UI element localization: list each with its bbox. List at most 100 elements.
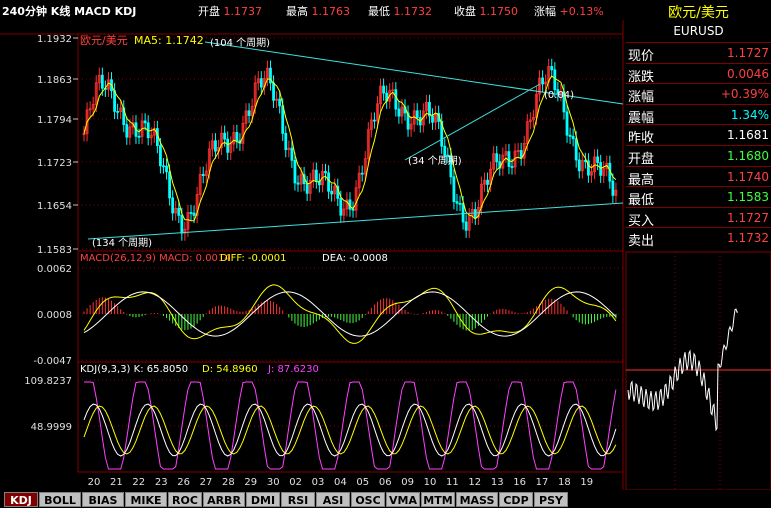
candle-body [571,135,575,140]
kdj-j: J: 87.6230 [267,364,319,375]
date-label: 27 [200,477,213,488]
tab-asi[interactable]: ASI [316,492,350,507]
quote-panel-row: 昨收 1.1681 [626,124,771,147]
candle-body [226,138,230,153]
candle-body [100,74,104,89]
kdj-title: KDJ(9,3,3) K: 65.8050 [80,364,188,375]
candle-body [397,108,401,117]
candle-body [541,77,544,85]
kdj-k-line [83,403,617,457]
macd-dea: DEA: -0.0008 [322,253,388,264]
quote-panel-row: 涨幅 +0.39% [626,83,771,106]
date-label: 12 [468,477,481,488]
quote-panel-value: 0.0046 [727,66,769,81]
date-label: 10 [424,477,437,488]
candle-body [553,69,557,91]
tab-mike[interactable]: MIKE [125,492,167,507]
tab-psy[interactable]: PSY [534,492,568,507]
tab-mtm[interactable]: MTM [421,492,455,507]
candle-body [486,179,489,185]
quote-panel-value: 1.1727 [727,210,769,225]
date-label: 21 [110,477,123,488]
tab-boll[interactable]: BOLL [39,492,81,507]
quote-panel-label: 昨收 [628,131,655,147]
quote-panel-label: 买入 [628,213,655,229]
quote-panel-label: 开盘 [628,152,655,167]
candle-body [550,66,554,71]
candle-body [415,110,419,118]
quote-value: +0.13% [556,5,604,18]
candle-body [577,159,581,172]
candle-body [201,173,205,177]
quote-panel-label: 最高 [628,172,655,188]
date-label: 04 [334,477,347,488]
tab-roc[interactable]: ROC [168,492,202,507]
quote-panel-label: 涨幅 [628,90,655,106]
price-tick-label: 1.1863 [37,75,72,86]
date-label: 26 [177,477,190,488]
quote-label: 涨幅 [534,5,556,18]
price-tick-label: 1.1583 [37,245,72,256]
candle-body [507,151,511,167]
date-label: 22 [132,477,145,488]
tab-vma[interactable]: VMA [386,492,420,507]
date-label: 13 [491,477,504,488]
candle-body [599,162,603,176]
candle-body [458,202,462,205]
candle-body [171,197,175,214]
candle-body [165,165,168,173]
date-label: 30 [267,477,280,488]
candle-body [314,169,318,182]
candle-body [168,171,172,199]
quote-1: 最高 1.1763 [286,3,350,19]
candle-body [290,147,294,161]
tab-cdp[interactable]: CDP [499,492,533,507]
candle-body [339,197,343,216]
macd-tick-label: -0.0047 [33,356,72,367]
trend-annotation: (104 个周期) [210,37,270,49]
quote-panel-row: 买入 1.1727 [626,206,771,229]
tab-rsi[interactable]: RSI [281,492,315,507]
quote-panel-value: 1.34% [730,107,769,122]
candle-body [125,124,129,138]
tab-arbr[interactable]: ARBR [203,492,245,507]
tab-bias[interactable]: BIAS [82,492,124,507]
candle-body [596,156,599,163]
chart-legend-ma: MA5: 1.1742 [134,34,204,47]
chart-legend-name: 欧元/美元 [80,34,128,47]
date-label: 06 [379,477,392,488]
candle-body [461,203,465,223]
trendline-lower [87,202,624,240]
quote-panel-row: 现价 1.1727 [626,42,771,64]
tab-osc[interactable]: OSC [351,492,385,507]
candle-body [394,89,398,110]
candle-body [443,145,447,156]
candle-body [431,115,434,123]
quote-panel-label: 最低 [628,193,655,209]
tab-dmi[interactable]: DMI [246,492,280,507]
quote-panel-row: 最高 1.1740 [626,165,771,188]
quote-panel-row: 涨跌 0.0046 [626,62,771,85]
tab-mass[interactable]: MASS [456,492,498,507]
macd-title: MACD(26,12,9) MACD: 0.0014 [80,253,231,264]
side-panel: 欧元/美元 EURUSD 现价 1.1727 涨跌 0.0046 涨幅 +0.39% 震幅 1… [626,0,771,250]
quote-label: 开盘 [198,5,220,18]
candle-body [259,78,263,88]
quote-panel-value: 1.1583 [727,190,769,205]
date-label: 09 [401,477,414,488]
quote-3: 收盘 1.1750 [454,3,518,19]
quote-panel-value: 1.1740 [727,169,769,184]
tab-kdj[interactable]: KDJ [4,492,38,507]
quote-4: 涨幅 +0.13% [534,3,604,19]
candle-body [284,132,288,151]
quote-panel-label: 震幅 [628,110,655,126]
date-label: 03 [312,477,325,488]
candle-body [278,98,282,107]
quote-panel-row: 卖出 1.1732 [626,227,771,249]
kdj-d: D: 54.8960 [202,364,258,375]
candle-body [272,82,275,101]
quote-panel-row: 最低 1.1583 [626,186,771,209]
price-tick-label: 1.1932 [37,34,72,45]
candle-body [574,138,578,161]
candle-body [373,119,376,122]
